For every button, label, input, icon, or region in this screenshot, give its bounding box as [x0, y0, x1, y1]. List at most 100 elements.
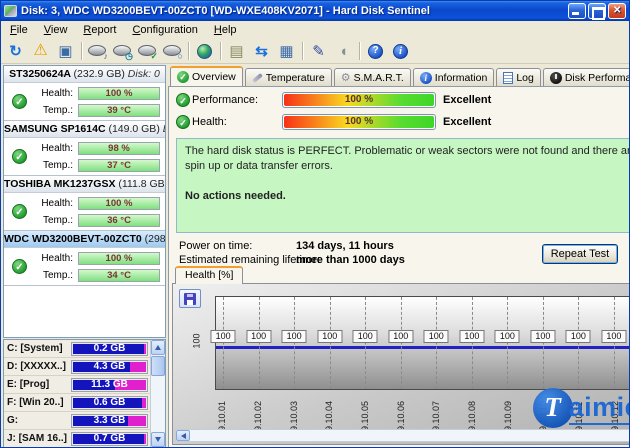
- tab-label: Log: [516, 71, 534, 84]
- partition-item-3[interactable]: F: [Win 20..] 0.6 GB: [4, 394, 150, 412]
- monitor-button[interactable]: ▣: [53, 40, 78, 63]
- scroll-track[interactable]: [151, 355, 165, 432]
- chart-gridline: [400, 297, 402, 389]
- minimize-button[interactable]: [568, 3, 586, 19]
- smart-key-icon: [341, 71, 351, 84]
- partition-item-1[interactable]: D: [XXXXX..] 4.3 GB: [4, 358, 150, 376]
- disk-model: SAMSUNG SP1614C: [4, 123, 109, 135]
- menu-file[interactable]: File: [2, 22, 36, 38]
- disk-temp-label: Temp.:: [42, 214, 73, 226]
- tab-temperature[interactable]: Temperature: [244, 68, 332, 86]
- disk-search-button[interactable]: ○: [160, 40, 185, 63]
- disk-ok-icon: ✓: [12, 149, 27, 164]
- health-bar: 100 %: [282, 114, 436, 130]
- sync-icon: ⇆: [255, 42, 268, 60]
- repeat-test-button[interactable]: Repeat Test: [542, 244, 618, 264]
- menu-bar: File View Report Configuration Help: [1, 21, 629, 39]
- disk-item-2[interactable]: TOSHIBA MK1237GSX (111.8 GB) ✓ Health: 100 …: [4, 176, 165, 231]
- monitor-icon: ▣: [58, 42, 73, 60]
- sync-button[interactable]: ⇆: [249, 40, 274, 63]
- chart-point-label: 100: [281, 330, 307, 343]
- disk-item-1[interactable]: SAMSUNG SP1614C (149.0 GB) D ✓ Health: 98 %…: [4, 121, 165, 176]
- partition-item-0[interactable]: C: [System] 0.2 GB: [4, 340, 150, 358]
- performance-bar: 100 %: [282, 92, 436, 108]
- chart-gridline: [507, 297, 509, 389]
- info-i-icon: [419, 71, 432, 84]
- tab-label: Temperature: [265, 71, 325, 84]
- chart-point-label: 100: [423, 330, 449, 343]
- tab-s-m-a-r-t[interactable]: S.M.A.R.T.: [333, 68, 411, 86]
- close-button[interactable]: [608, 3, 626, 19]
- scroll-left-icon[interactable]: [176, 430, 190, 441]
- partition-size: 3.3 GB: [93, 414, 126, 426]
- log-doc-icon: [503, 71, 514, 84]
- title-bar[interactable]: Disk: 3, WDC WD3200BEVT-00ZCT0 [WD-WXE40…: [1, 1, 629, 21]
- help-button[interactable]: ?: [363, 40, 388, 63]
- chart-scroll-track[interactable]: [190, 430, 629, 441]
- speaker-button[interactable]: ◖: [331, 40, 356, 63]
- menu-report[interactable]: Report: [75, 22, 124, 38]
- partition-bar: 4.3 GB: [71, 359, 148, 374]
- disk-temp-label: Temp.:: [42, 104, 73, 116]
- disk-list: ST3250624A (232.9 GB) Disk: 0 ✓ Health: 100…: [3, 65, 166, 338]
- disk-check-icon: ✓: [150, 50, 158, 61]
- partition-bar: 3.3 GB: [71, 413, 148, 428]
- partition-bar: 0.6 GB: [71, 395, 148, 410]
- disk-ok-icon: ✓: [12, 259, 27, 274]
- watermark-text: aimienphi: [568, 392, 629, 425]
- partition-item-4[interactable]: G: 3.3 GB: [4, 412, 150, 430]
- performance-label: Performance:: [192, 94, 259, 106]
- chart-point-label: 100: [246, 330, 272, 343]
- chart-point-label: 100: [530, 330, 556, 343]
- disk-item-3[interactable]: WDC WD3200BEVT-00ZCT0 (298 ✓ Health: 100 % T…: [4, 231, 165, 286]
- disk-clock-button[interactable]: ◷: [110, 40, 135, 63]
- tab-label: S.M.A.R.T.: [353, 71, 404, 84]
- refresh-button[interactable]: ↻: [3, 40, 28, 63]
- report-document-button[interactable]: ▤: [224, 40, 249, 63]
- globe-disk-button[interactable]: [192, 40, 217, 63]
- chart-scrollbar[interactable]: [175, 429, 629, 442]
- main-area: Overview Temperature S.M.A.R.T. Information…: [167, 64, 630, 447]
- status-text: The hard disk status is PERFECT. Problem…: [185, 145, 630, 173]
- partition-bar: 0.7 GB: [71, 431, 148, 446]
- tab-label: Overview: [192, 71, 236, 83]
- report-document-icon: ▤: [229, 42, 244, 60]
- performance-rating: Excellent: [443, 94, 492, 106]
- partition-scrollbar[interactable]: [150, 340, 165, 447]
- scroll-up-icon[interactable]: [151, 340, 165, 355]
- scroll-thumb[interactable]: [151, 356, 165, 376]
- save-chart-button[interactable]: [179, 289, 201, 308]
- tab-overview[interactable]: Overview: [170, 66, 243, 86]
- maximize-button[interactable]: [588, 3, 606, 20]
- menu-help[interactable]: Help: [206, 22, 245, 38]
- health-chart-tab[interactable]: Health [%]: [175, 266, 244, 284]
- disk-item-0[interactable]: ST3250624A (232.9 GB) Disk: 0 ✓ Health: 100…: [4, 66, 165, 121]
- performance-value: 100 %: [344, 94, 374, 105]
- partition-item-2[interactable]: E: [Prog] 11.3 GB: [4, 376, 150, 394]
- hard-disk-sentinel-window: Disk: 3, WDC WD3200BEVT-00ZCT0 [WD-WXE40…: [0, 0, 630, 448]
- info-button[interactable]: i: [388, 40, 413, 63]
- chart-point-label: 100: [459, 330, 485, 343]
- tab-disk-performance[interactable]: Disk Performance: [542, 68, 629, 86]
- disk-temp-bar: 37 °C: [78, 158, 160, 172]
- menu-view[interactable]: View: [36, 22, 76, 38]
- menu-configuration[interactable]: Configuration: [124, 22, 205, 38]
- disk-check-button[interactable]: ✓: [135, 40, 160, 63]
- configure-button[interactable]: ✎: [306, 40, 331, 63]
- tab-information[interactable]: Information: [412, 68, 495, 86]
- disk-temp-bar: 34 °C: [78, 268, 160, 282]
- disk-size: (232.9 GB): [73, 68, 125, 80]
- warning-button[interactable]: ⚠: [28, 40, 53, 63]
- partition-size: 0.2 GB: [93, 342, 126, 354]
- health-ok-icon: ✓: [176, 115, 190, 129]
- tab-log[interactable]: Log: [496, 68, 541, 86]
- disk-health-label: Health:: [41, 252, 73, 264]
- scroll-down-icon[interactable]: [151, 432, 165, 447]
- overview-check-icon: [177, 71, 189, 83]
- disk-acoustic-button[interactable]: ♪: [85, 40, 110, 63]
- partition-label: D: [XXXXX..]: [7, 361, 66, 372]
- partition-bar: 0.2 GB: [71, 341, 148, 356]
- partition-item-5[interactable]: J: [SAM 16..] 0.7 GB: [4, 430, 150, 447]
- network-button[interactable]: ▦: [274, 40, 299, 63]
- tab-strip: Overview Temperature S.M.A.R.T. Information…: [168, 66, 629, 86]
